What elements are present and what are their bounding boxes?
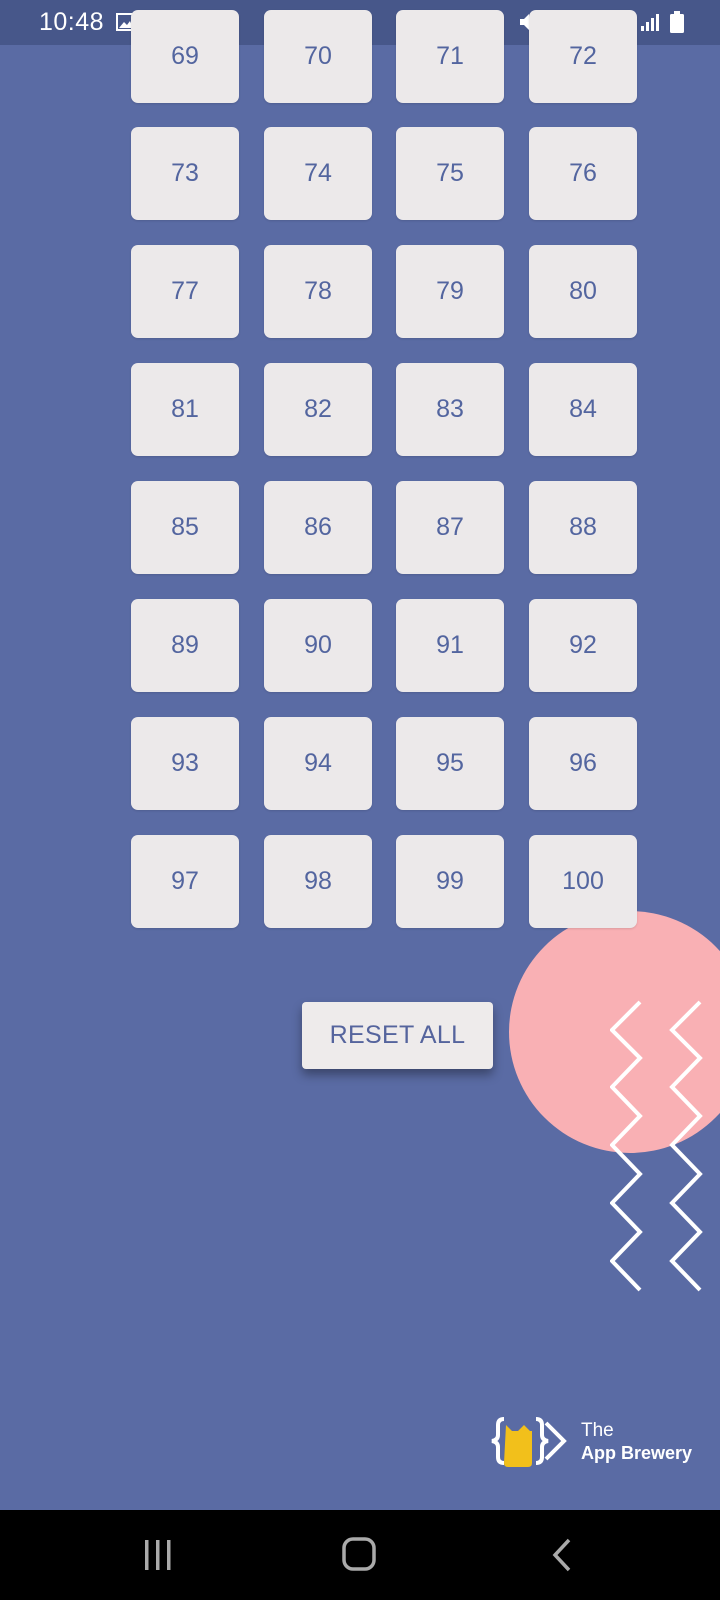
home-icon[interactable] — [330, 1530, 390, 1580]
number-tile[interactable]: 91 — [396, 599, 504, 692]
number-tile[interactable]: 81 — [131, 363, 239, 456]
number-tile[interactable]: 76 — [529, 127, 637, 220]
number-tile[interactable]: 93 — [131, 717, 239, 810]
logo-text-the: The — [581, 1420, 614, 1441]
recent-apps-icon[interactable] — [128, 1530, 188, 1580]
number-tile[interactable]: 90 — [264, 599, 372, 692]
number-tile[interactable]: 75 — [396, 127, 504, 220]
number-tile[interactable]: 70 — [264, 10, 372, 103]
number-tile[interactable]: 72 — [529, 10, 637, 103]
number-tile[interactable]: 92 — [529, 599, 637, 692]
number-tile[interactable]: 96 — [529, 717, 637, 810]
number-tile[interactable]: 69 — [131, 10, 239, 103]
navigation-bar — [0, 1510, 720, 1600]
number-tile[interactable]: 83 — [396, 363, 504, 456]
number-tile[interactable]: 82 — [264, 363, 372, 456]
number-tile[interactable]: 97 — [131, 835, 239, 928]
logo-text-app-brewery: App Brewery — [581, 1443, 693, 1463]
number-tile[interactable]: 84 — [529, 363, 637, 456]
number-tile[interactable]: 94 — [264, 717, 372, 810]
number-tile[interactable]: 79 — [396, 245, 504, 338]
number-tile[interactable]: 77 — [131, 245, 239, 338]
number-tile[interactable]: 73 — [131, 127, 239, 220]
number-tile[interactable]: 71 — [396, 10, 504, 103]
number-tile[interactable]: 99 — [396, 835, 504, 928]
number-tile[interactable]: 95 — [396, 717, 504, 810]
number-tile[interactable]: 98 — [264, 835, 372, 928]
number-tile[interactable]: 89 — [131, 599, 239, 692]
number-tile[interactable]: 86 — [264, 481, 372, 574]
back-icon[interactable] — [533, 1530, 593, 1580]
reset-all-button[interactable]: RESET ALL — [302, 1002, 493, 1069]
number-tile[interactable]: 87 — [396, 481, 504, 574]
number-tile[interactable]: 100 — [529, 835, 637, 928]
number-tile[interactable]: 80 — [529, 245, 637, 338]
number-tile[interactable]: 74 — [264, 127, 372, 220]
number-tile[interactable]: 85 — [131, 481, 239, 574]
number-tile[interactable]: 88 — [529, 481, 637, 574]
number-grid: 69 70 71 72 73 74 75 76 77 78 79 80 81 8… — [0, 0, 720, 1510]
number-tile[interactable]: 78 — [264, 245, 372, 338]
